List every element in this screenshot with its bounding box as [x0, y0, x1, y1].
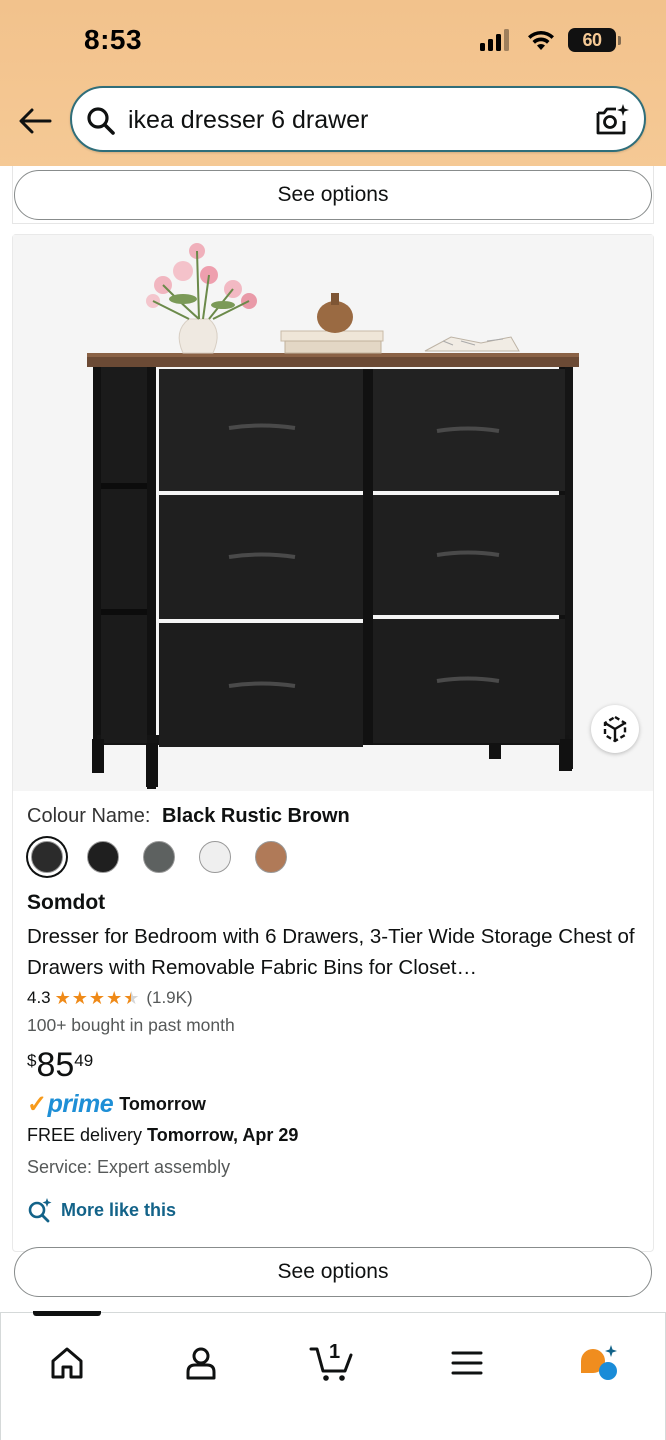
3d-cube-icon [603, 715, 627, 743]
swatch-2[interactable] [143, 841, 175, 873]
delivery-date: Tomorrow, Apr 29 [147, 1125, 299, 1145]
rating-row[interactable]: 4.3 ★ ★ ★ ★ ★ (1.9K) [27, 988, 193, 1008]
top-header: 8:53 60 [0, 0, 666, 166]
prime-word: prime [47, 1090, 114, 1118]
nav-cart[interactable]: 1 [301, 1331, 365, 1395]
star-icon: ★ [106, 988, 123, 1008]
star-icon: ★ [71, 988, 88, 1008]
colour-value: Black Rustic Brown [161, 805, 350, 827]
prime-row: ✓ prime Tomorrow [27, 1090, 206, 1119]
nav-rufus[interactable] [567, 1331, 631, 1395]
battery-icon: 60 [568, 28, 621, 52]
brand-name: Somdot [27, 891, 106, 914]
camera-search-icon[interactable] [594, 102, 630, 138]
see-options-button[interactable]: See options [14, 170, 652, 220]
search-icon [87, 107, 115, 135]
product-image[interactable] [13, 235, 653, 791]
prime-delivery: Tomorrow [119, 1094, 206, 1114]
swatch-1[interactable] [87, 841, 119, 873]
rating-count: (1.9K) [146, 988, 193, 1007]
product-card[interactable]: Colour Name: Black Rustic Brown Somdot D… [12, 234, 654, 1252]
swatch-4[interactable] [255, 841, 287, 873]
view-in-3d-button[interactable] [591, 705, 639, 753]
account-icon [186, 1347, 216, 1380]
home-icon [51, 1347, 83, 1379]
prime-check-icon: ✓ [27, 1091, 47, 1118]
status-icons: 60 [480, 26, 621, 54]
search-bar[interactable] [70, 86, 646, 152]
prime-logo: ✓ prime [27, 1090, 114, 1119]
cart-count: 1 [329, 1341, 341, 1363]
nav-account[interactable] [169, 1331, 233, 1395]
rufus-icon [581, 1345, 617, 1380]
service-info: Service: Expert assembly [27, 1157, 231, 1177]
swatch-3[interactable] [199, 841, 231, 873]
visual-search-icon [28, 1198, 52, 1223]
half-star-icon: ★ [123, 988, 140, 1008]
more-like-this-label: More like this [61, 1199, 177, 1220]
back-arrow-icon [19, 108, 52, 134]
battery-level: 60 [582, 29, 602, 50]
wifi-icon [528, 30, 554, 50]
active-tab-indicator [33, 1311, 101, 1316]
price-symbol: $ [27, 1051, 37, 1070]
cellular-signal-icon [480, 29, 509, 51]
star-icon: ★ [88, 988, 106, 1008]
bottom-nav: 1 [0, 1311, 666, 1440]
more-like-this-button[interactable]: More like this [27, 1197, 176, 1223]
status-time: 8:53 [84, 24, 143, 55]
price: $ 85 49 [27, 1047, 93, 1083]
rating-value: 4.3 [27, 988, 51, 1007]
search-input[interactable] [128, 102, 578, 138]
dresser-image [13, 235, 653, 791]
menu-icon [451, 1351, 483, 1375]
swatch-0[interactable] [31, 841, 63, 873]
star-icon: ★ [54, 988, 71, 1008]
delivery-info: FREE delivery Tomorrow, Apr 29 [27, 1125, 298, 1146]
product-title[interactable]: Dresser for Bedroom with 6 Drawers, 3-Ti… [27, 921, 637, 983]
colour-label: Colour Name: [27, 805, 151, 827]
bought-count: 100+ bought in past month [27, 1015, 235, 1035]
colour-swatches [31, 841, 287, 873]
back-button[interactable] [16, 102, 54, 140]
rating-stars: ★ ★ ★ ★ ★ [55, 989, 140, 1007]
colour-row: Colour Name: Black Rustic Brown [27, 805, 350, 828]
price-whole: 85 [36, 1046, 75, 1084]
price-fraction: 49 [74, 1051, 94, 1070]
nav-menu[interactable] [435, 1331, 499, 1395]
nav-home[interactable] [35, 1331, 99, 1395]
see-options-button[interactable]: See options [14, 1247, 652, 1297]
delivery-prefix: FREE delivery [27, 1125, 143, 1145]
